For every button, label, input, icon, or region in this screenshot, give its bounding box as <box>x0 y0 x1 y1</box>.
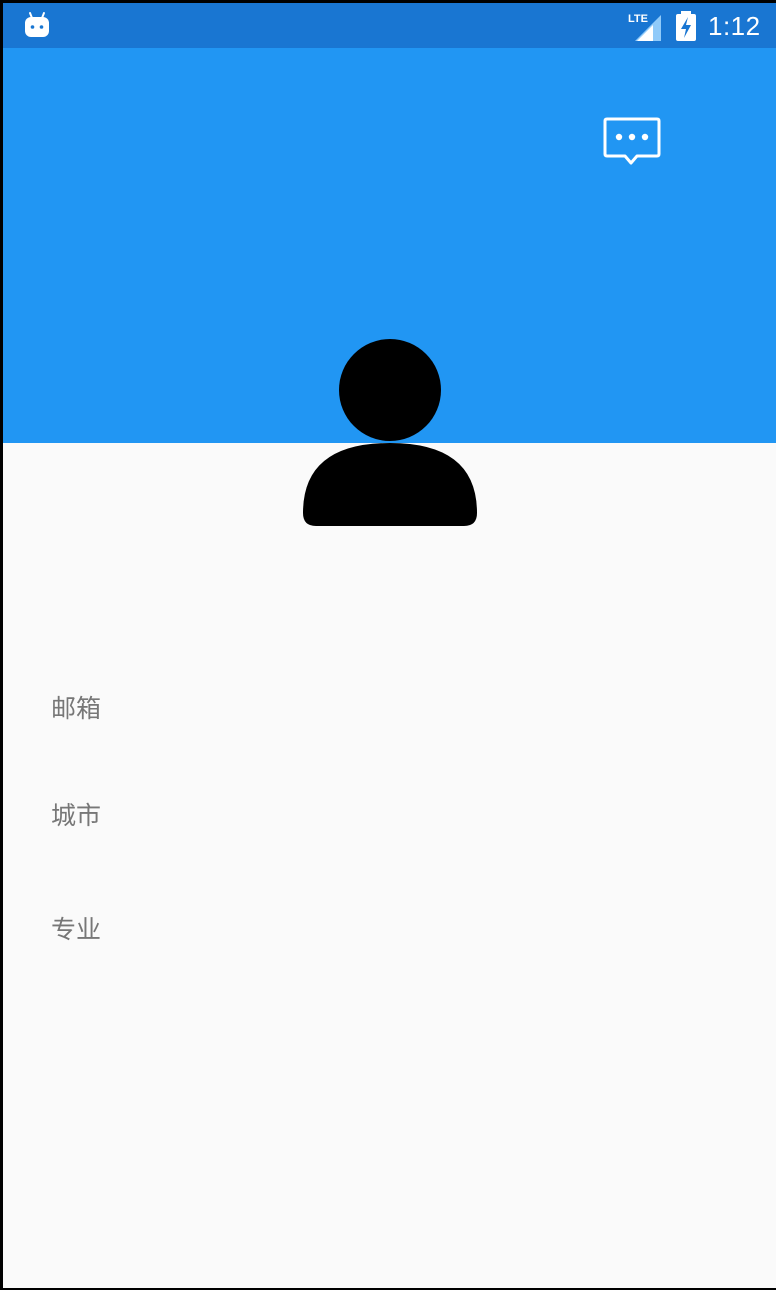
major-label: 专业 <box>51 915 102 944</box>
email-label: 邮箱 <box>51 694 102 723</box>
profile-screen: LTE 1:12 邮箱 城市 专业 <box>3 3 776 1288</box>
status-bar: LTE 1:12 <box>3 3 776 48</box>
person-icon[interactable] <box>301 338 479 528</box>
message-button[interactable] <box>599 114 665 170</box>
status-time: 1:12 <box>708 11 761 41</box>
message-icon <box>603 117 661 165</box>
network-label: LTE <box>628 13 648 25</box>
android-icon <box>25 12 49 37</box>
lte-signal-icon: LTE <box>628 13 661 41</box>
city-label: 城市 <box>51 801 102 830</box>
battery-charging-icon <box>676 11 696 41</box>
